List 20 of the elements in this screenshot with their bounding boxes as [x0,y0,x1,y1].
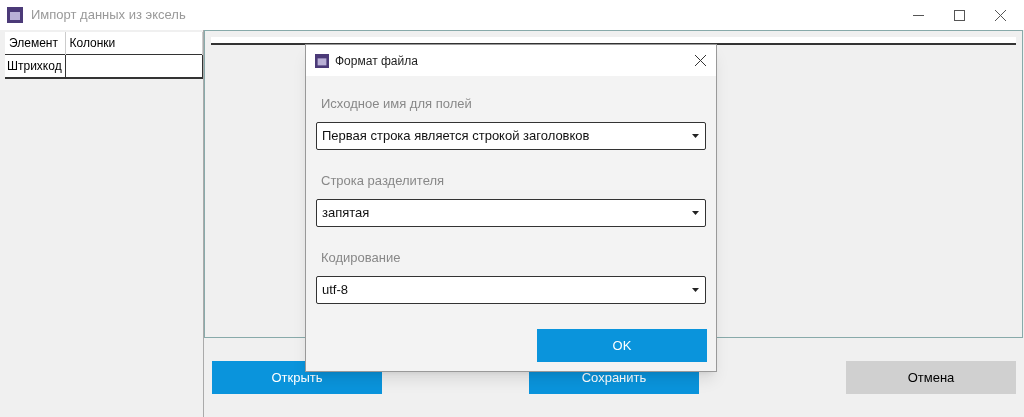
app-icon [315,53,329,68]
caret-icon [692,288,699,292]
dropdown[interactable]: utf-8 [316,276,706,304]
column-header: Колонки [65,32,203,55]
field-label: Строка разделителя [320,172,446,190]
window-title: Импорт данных из эксель [31,6,186,25]
cancel-button[interactable]: Отмена [846,361,1016,394]
dropdown[interactable]: Первая строка является строкой заголовков [316,122,706,150]
app-icon [7,7,23,23]
dialog-title: Формат файла [335,52,418,70]
field-label: Исходное имя для полей [320,95,473,113]
caret-icon [692,134,699,138]
close-icon[interactable] [995,9,1006,21]
column-header: Элемент [5,32,65,55]
caret-icon [692,211,699,215]
table-cell: Штрихкод [5,54,65,78]
field-label: Кодирование [320,249,402,267]
maximize-icon[interactable] [954,9,965,21]
dropdown[interactable]: запятая [316,199,706,227]
close-icon[interactable] [695,55,706,66]
